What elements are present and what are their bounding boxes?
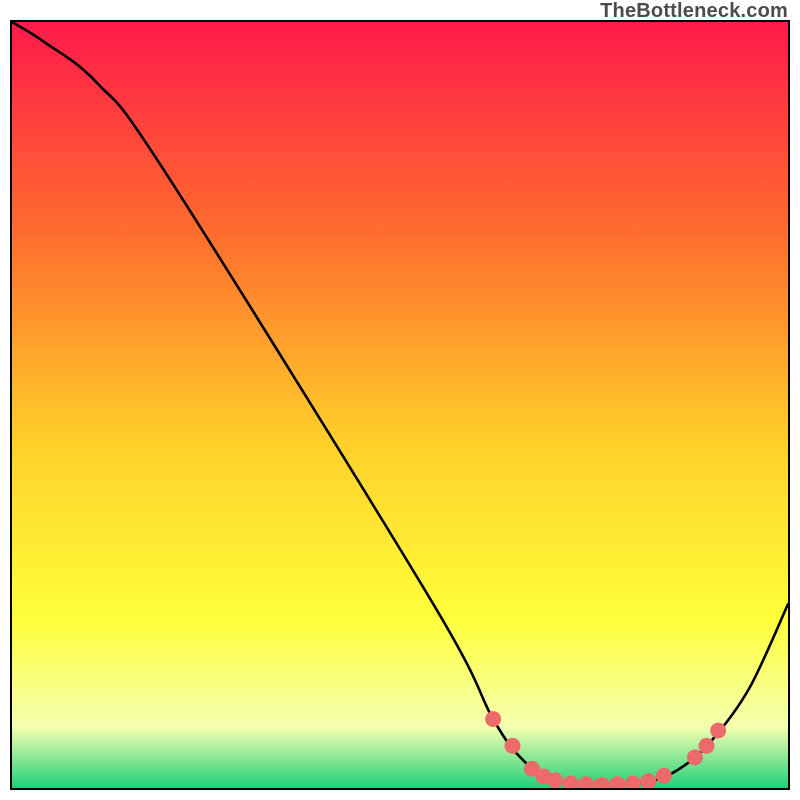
- plot-svg: [12, 22, 788, 788]
- gradient-background: [12, 22, 788, 788]
- curve-dot: [656, 768, 672, 784]
- plot-area: [10, 20, 790, 790]
- curve-dot: [710, 723, 726, 739]
- curve-dot: [485, 711, 501, 727]
- curve-dot: [699, 738, 715, 754]
- chart-root: TheBottleneck.com: [0, 0, 800, 800]
- curve-dot: [687, 749, 703, 765]
- curve-dot: [505, 738, 521, 754]
- curve-dot: [547, 772, 563, 788]
